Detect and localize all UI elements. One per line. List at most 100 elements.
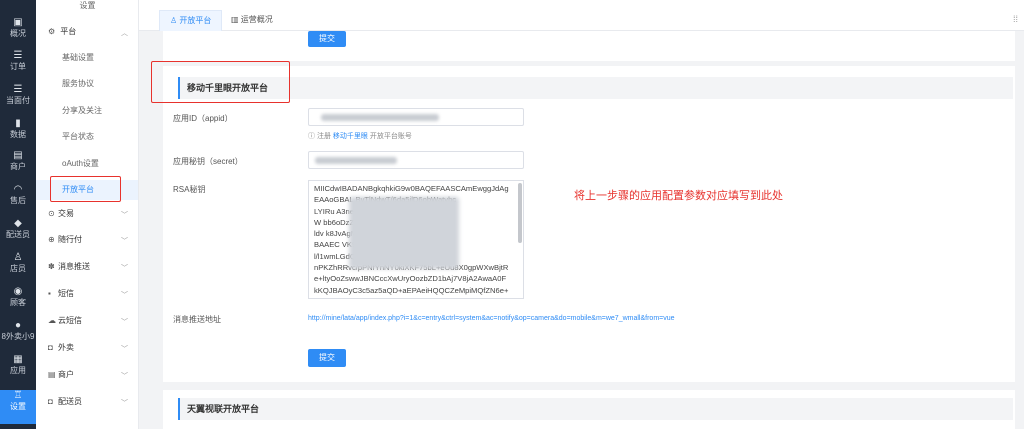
- rail-item[interactable]: ♙ 店员: [0, 252, 36, 286]
- rail-item-label: 配送员: [6, 230, 30, 239]
- pay-icon: ⊕: [48, 235, 55, 244]
- list-icon: ☰: [13, 84, 23, 95]
- rider-icon: ◆: [14, 218, 22, 229]
- staff-icon: ♙: [13, 252, 23, 263]
- tab-operation-overview[interactable]: ▥ 运营概况: [221, 10, 283, 31]
- rail-item[interactable]: ☰ 当面付: [0, 84, 36, 118]
- primary-rail: ▣ 概况 ☰ 订单 ☰ 当面付 ▮ 数据 ▤ 商户 ◠ 售后 ◆ 配送员 ♙ 店员 ◉ 顾客 ● 8外卖小9 ▦ 应用 ♖ 设…: [0, 0, 36, 429]
- sms-icon: ▪: [48, 289, 51, 298]
- previous-section-card: 提交: [163, 31, 1015, 61]
- subnav-group-platform[interactable]: ⚙ 平台 ︿: [48, 26, 138, 46]
- chevron-down-icon: ﹀: [121, 238, 128, 245]
- section-header-2: 天翼视联开放平台: [178, 398, 1013, 420]
- appid-hint: ⓘ 注册 移动千里眼 开放平台账号: [308, 133, 412, 140]
- subnav-title: 设置: [79, 1, 96, 10]
- subnav-group-label: 交易: [58, 209, 74, 218]
- rail-item[interactable]: ▤ 商户: [0, 150, 36, 184]
- appid-input[interactable]: [308, 108, 524, 126]
- grid-menu-icon[interactable]: ⁞⁞: [1013, 14, 1018, 24]
- subnav-group[interactable]: ☁ 云短信 ﹀: [48, 315, 138, 335]
- subnav-group-label: 云短信: [58, 316, 82, 325]
- open-platform-card: 移动千里眼开放平台 应用ID（appid） ⓘ 注册 移动千里眼 开放平台账号 …: [163, 66, 1015, 382]
- rail-item[interactable]: ◆ 配送员: [0, 218, 36, 252]
- headset-icon: ◠: [13, 184, 23, 195]
- rail-item-label: 订单: [10, 62, 26, 71]
- secret-input[interactable]: [308, 151, 524, 169]
- chevron-down-icon: ﹀: [121, 212, 128, 219]
- rail-item[interactable]: ♖ 设置: [0, 390, 36, 424]
- store-icon: ▤: [48, 370, 56, 379]
- chevron-down-icon: ﹀: [121, 373, 128, 380]
- subnav-group[interactable]: ✽ 消息推送 ﹀: [48, 261, 138, 281]
- list-icon: ☰: [13, 50, 23, 61]
- subnav-group[interactable]: ⊙ 交易 ﹀: [48, 208, 138, 228]
- rail-item-label: 应用: [10, 366, 26, 375]
- rail-item[interactable]: ▣ 概况: [0, 17, 36, 51]
- takeout-icon: ◘: [48, 343, 53, 352]
- subnav-item[interactable]: 分享及关注: [36, 101, 138, 121]
- appid-label: 应用ID（appid）: [173, 114, 233, 123]
- subnav-group[interactable]: ⊕ 随行付 ﹀: [48, 234, 138, 254]
- tab-bar: ♙ 开放平台 ▥ 运营概况 ⁞⁞: [139, 0, 1024, 31]
- tianyi-platform-card: 天翼视联开放平台: [163, 390, 1015, 429]
- store-icon: ▤: [13, 150, 23, 161]
- rail-item-label: 店员: [10, 264, 26, 273]
- rail-item[interactable]: ◉ 顾客: [0, 286, 36, 320]
- gear-icon: ⚙: [48, 27, 56, 36]
- chevron-down-icon: ﹀: [121, 319, 128, 326]
- info-icon: ⓘ: [308, 133, 315, 140]
- trade-icon: ⊙: [48, 209, 55, 218]
- annotation-text: 将上一步骤的应用配置参数对应填写到此处: [574, 190, 783, 202]
- register-link[interactable]: 移动千里眼: [333, 133, 368, 140]
- textarea-scrollbar[interactable]: [518, 183, 522, 243]
- push-icon: ✽: [48, 262, 55, 271]
- subnav-group[interactable]: ▪ 短信 ﹀: [48, 288, 138, 308]
- rail-item[interactable]: ▦ 应用: [0, 354, 36, 388]
- subnav-group-label: 平台: [60, 27, 77, 36]
- highlight-box-section: [151, 61, 290, 103]
- rail-item-label: 概况: [10, 29, 26, 38]
- subnav-group[interactable]: ◘ 配送员 ﹀: [48, 396, 138, 416]
- rail-item-label: 商户: [10, 162, 26, 171]
- tab-label: 运营概况: [240, 15, 273, 24]
- tab-label: 开放平台: [179, 16, 212, 25]
- cloud-icon: ☁: [48, 316, 56, 325]
- rail-item-label: 当面付: [6, 96, 30, 105]
- rail-item[interactable]: ◠ 售后: [0, 184, 36, 218]
- subnav-item[interactable]: 平台状态: [36, 127, 138, 147]
- rsa-line: kKQJBAOyC3c5az5aQD+aEPAeiHQQCZeMpiMQfZN6…: [314, 285, 509, 295]
- rail-item-label: 售后: [10, 196, 26, 205]
- subnav-group[interactable]: ◘ 外卖 ﹀: [48, 342, 138, 362]
- subnav-group[interactable]: ▤ 商户 ﹀: [48, 369, 138, 389]
- secret-label: 应用秘钥（secret）: [173, 157, 243, 166]
- push-url-link[interactable]: http://mine/lata/app/index.php?i=1&c=ent…: [308, 315, 675, 322]
- rsa-label: RSA秘钥: [173, 185, 206, 194]
- apps-icon: ▦: [13, 354, 23, 365]
- secondary-sidebar: 设置 ⚙ 平台 ︿ 基础设置 服务协议 分享及关注 平台状态 oAuth设置 开放平台 ⊙…: [36, 0, 139, 429]
- bar-chart-icon: ▮: [15, 118, 21, 129]
- chevron-down-icon: ﹀: [121, 292, 128, 299]
- chevron-up-icon: ︿: [121, 30, 128, 37]
- subnav-group-label: 消息推送: [58, 262, 90, 271]
- rail-item[interactable]: ● 8外卖小9: [0, 320, 36, 354]
- chart-icon: ▥: [231, 15, 239, 24]
- rail-item-label: 8外卖小9: [1, 332, 35, 341]
- submit-button-top[interactable]: 提交: [308, 31, 346, 47]
- rsa-textarea[interactable]: MIICdwIBADANBgkqhkiG9w0BAQEFAASCAmEwggJd…: [308, 180, 524, 299]
- subnav-item[interactable]: 基础设置: [36, 48, 138, 68]
- submit-button[interactable]: 提交: [308, 349, 346, 367]
- subnav-item[interactable]: 服务协议: [36, 74, 138, 94]
- subnav-group-label: 配送员: [58, 397, 82, 406]
- rail-item[interactable]: ☰ 订单: [0, 50, 36, 84]
- subnav-item[interactable]: oAuth设置: [36, 154, 138, 174]
- rail-item-label: 设置: [10, 402, 26, 411]
- highlight-box-sidebar: [50, 176, 121, 202]
- tab-open-platform[interactable]: ♙ 开放平台: [159, 10, 223, 31]
- user-icon: ♙: [170, 16, 178, 25]
- rail-item-label: 数据: [10, 130, 26, 139]
- rail-item[interactable]: ▮ 数据: [0, 118, 36, 152]
- home-icon: ▣: [13, 17, 23, 28]
- rider-icon: ◘: [48, 397, 53, 406]
- subnav-group-label: 商户: [58, 370, 74, 379]
- chevron-down-icon: ﹀: [121, 400, 128, 407]
